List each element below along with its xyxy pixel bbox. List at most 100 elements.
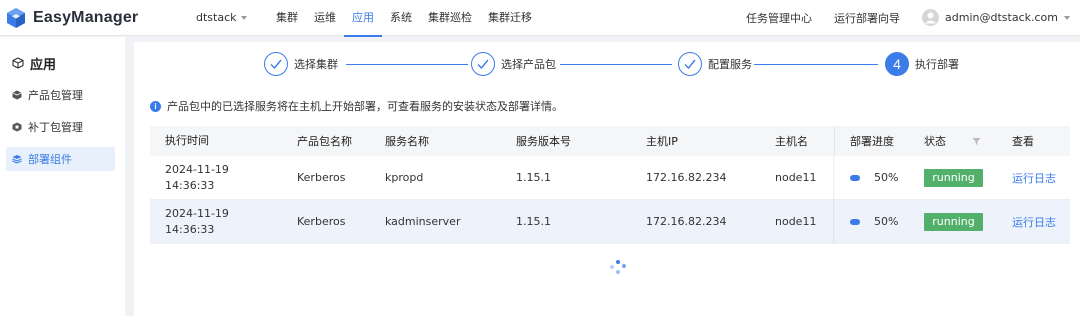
table-header: 执行时间 产品包名称 服务名称 服务版本号 主机IP 主机名 部署进度 状态 查… bbox=[150, 126, 1070, 156]
cell-host-ip: 172.16.82.234 bbox=[646, 215, 727, 228]
column-divider bbox=[834, 126, 835, 156]
cell-view: 运行日志 bbox=[1012, 156, 1056, 199]
step-label: 执行部署 bbox=[915, 58, 959, 71]
task-center-link[interactable]: 任务管理中心 bbox=[746, 10, 812, 26]
cell-service: kpropd bbox=[385, 171, 424, 184]
info-text: 产品包中的已选择服务将在主机上开始部署，可查看服务的安装状态及部署详情。 bbox=[167, 100, 563, 113]
run-log-link[interactable]: 运行日志 bbox=[1012, 214, 1056, 230]
user-email: admin@dtstack.com bbox=[945, 11, 1058, 24]
exec-time: 14:36:33 bbox=[165, 178, 215, 192]
nav-apps[interactable]: 应用 bbox=[344, 0, 382, 37]
sidebar: 应用 产品包管理 补丁包管理 部署组件 bbox=[0, 37, 125, 316]
cube-logo-icon bbox=[7, 7, 25, 28]
step-select-package: 选择产品包 bbox=[471, 52, 556, 76]
layers-icon bbox=[12, 155, 22, 164]
info-message: i 产品包中的已选择服务将在主机上开始部署，可查看服务的安装状态及部署详情。 bbox=[150, 98, 563, 114]
info-icon: i bbox=[150, 100, 161, 112]
cell-version: 1.15.1 bbox=[516, 171, 551, 184]
step-label: 选择集群 bbox=[294, 58, 338, 71]
cell-progress: 50% bbox=[850, 156, 898, 199]
deploy-wizard-link[interactable]: 运行部署向导 bbox=[834, 10, 900, 26]
cell-host-ip: 172.16.82.234 bbox=[646, 171, 727, 184]
step-connector bbox=[560, 64, 672, 65]
col-package: 产品包名称 bbox=[297, 135, 352, 148]
app-name: EasyManager bbox=[33, 8, 139, 26]
nav-cluster[interactable]: 集群 bbox=[268, 0, 306, 36]
exec-date: 2024-11-19 bbox=[165, 206, 229, 220]
sidebar-item-deploy[interactable]: 部署组件 bbox=[6, 147, 115, 171]
cell-version: 1.15.1 bbox=[516, 215, 551, 228]
cell-exec-time: 2024-11-19 14:36:33 bbox=[165, 200, 275, 243]
col-version: 服务版本号 bbox=[516, 135, 571, 148]
deploy-table: 执行时间 产品包名称 服务名称 服务版本号 主机IP 主机名 部署进度 状态 查… bbox=[150, 126, 1070, 244]
top-header: EasyManager dtstack 集群 运维 应用 系统 集群巡检 集群迁… bbox=[0, 0, 1080, 37]
main-panel: 选择集群 选择产品包 配置服务 4 执行部署 i 产品包中的已选择服务将在主机上… bbox=[134, 42, 1080, 316]
run-log-link[interactable]: 运行日志 bbox=[1012, 170, 1056, 186]
step-connector bbox=[346, 64, 468, 65]
step-number: 4 bbox=[885, 52, 909, 76]
loading-spinner-icon bbox=[610, 260, 626, 276]
app-logo[interactable]: EasyManager bbox=[0, 7, 190, 29]
sidebar-item-packages[interactable]: 产品包管理 bbox=[6, 83, 115, 107]
progress-indicator bbox=[850, 218, 860, 225]
cell-progress: 50% bbox=[850, 200, 898, 243]
sidebar-item-patches[interactable]: 补丁包管理 bbox=[6, 115, 115, 139]
progress-value: 50% bbox=[874, 171, 899, 184]
filter-icon[interactable] bbox=[972, 126, 981, 156]
col-status: 状态 bbox=[924, 135, 946, 148]
table-row: 2024-11-19 14:36:33 Kerberos kadminserver… bbox=[150, 200, 1070, 244]
step-execute-deploy: 4 执行部署 bbox=[885, 52, 959, 76]
header-actions: 任务管理中心 运行部署向导 admin@dtstack.com bbox=[746, 9, 1080, 26]
col-service: 服务名称 bbox=[385, 135, 429, 148]
progress-indicator bbox=[850, 174, 860, 181]
sidebar-item-label: 补丁包管理 bbox=[28, 121, 83, 134]
cell-service: kadminserver bbox=[385, 215, 461, 228]
progress-value: 50% bbox=[874, 215, 899, 228]
step-select-cluster: 选择集群 bbox=[264, 52, 338, 76]
check-icon bbox=[471, 52, 495, 76]
sidebar-item-label: 部署组件 bbox=[28, 153, 72, 166]
col-hostname: 主机名 bbox=[775, 135, 808, 148]
status-badge: running bbox=[924, 168, 983, 187]
col-host-ip: 主机IP bbox=[646, 135, 678, 148]
col-view: 查看 bbox=[1012, 135, 1034, 148]
fixed-column-shadow bbox=[833, 200, 835, 243]
cell-status: running bbox=[924, 156, 983, 199]
package-icon bbox=[12, 90, 22, 100]
avatar-icon bbox=[922, 9, 940, 26]
check-icon bbox=[264, 52, 288, 76]
col-progress: 部署进度 bbox=[850, 135, 894, 148]
step-label: 选择产品包 bbox=[501, 58, 556, 71]
chevron-down-icon bbox=[240, 16, 247, 20]
step-connector bbox=[754, 64, 878, 65]
step-label: 配置服务 bbox=[708, 58, 752, 71]
col-exec-time: 执行时间 bbox=[165, 134, 209, 147]
box-icon bbox=[12, 57, 24, 69]
cluster-select[interactable]: dtstack bbox=[196, 11, 262, 24]
exec-time: 14:36:33 bbox=[165, 222, 215, 236]
chevron-down-icon bbox=[1064, 16, 1070, 20]
nav-ops[interactable]: 运维 bbox=[306, 0, 344, 36]
fixed-column-shadow bbox=[833, 156, 835, 199]
cluster-select-value: dtstack bbox=[196, 11, 237, 24]
nav-migration[interactable]: 集群迁移 bbox=[480, 0, 540, 36]
patch-icon bbox=[12, 122, 22, 132]
check-icon bbox=[678, 52, 702, 76]
cell-hostname: node11 bbox=[775, 215, 817, 228]
user-menu[interactable]: admin@dtstack.com bbox=[922, 9, 1070, 26]
cell-hostname: node11 bbox=[775, 171, 817, 184]
step-configure-services: 配置服务 bbox=[678, 52, 752, 76]
nav-inspection[interactable]: 集群巡检 bbox=[420, 0, 480, 36]
nav-system[interactable]: 系统 bbox=[382, 0, 420, 36]
cell-view: 运行日志 bbox=[1012, 200, 1056, 243]
sidebar-title: 应用 bbox=[0, 37, 125, 77]
cell-exec-time: 2024-11-19 14:36:33 bbox=[165, 156, 275, 199]
cell-package: Kerberos bbox=[297, 215, 346, 228]
deploy-steps: 选择集群 选择产品包 配置服务 4 执行部署 bbox=[134, 52, 1080, 80]
sidebar-title-text: 应用 bbox=[30, 57, 57, 73]
sidebar-item-label: 产品包管理 bbox=[28, 89, 83, 102]
main-nav: 集群 运维 应用 系统 集群巡检 集群迁移 bbox=[268, 0, 540, 37]
exec-date: 2024-11-19 bbox=[165, 162, 229, 176]
table-row: 2024-11-19 14:36:33 Kerberos kpropd 1.15.… bbox=[150, 156, 1070, 200]
cell-package: Kerberos bbox=[297, 171, 346, 184]
